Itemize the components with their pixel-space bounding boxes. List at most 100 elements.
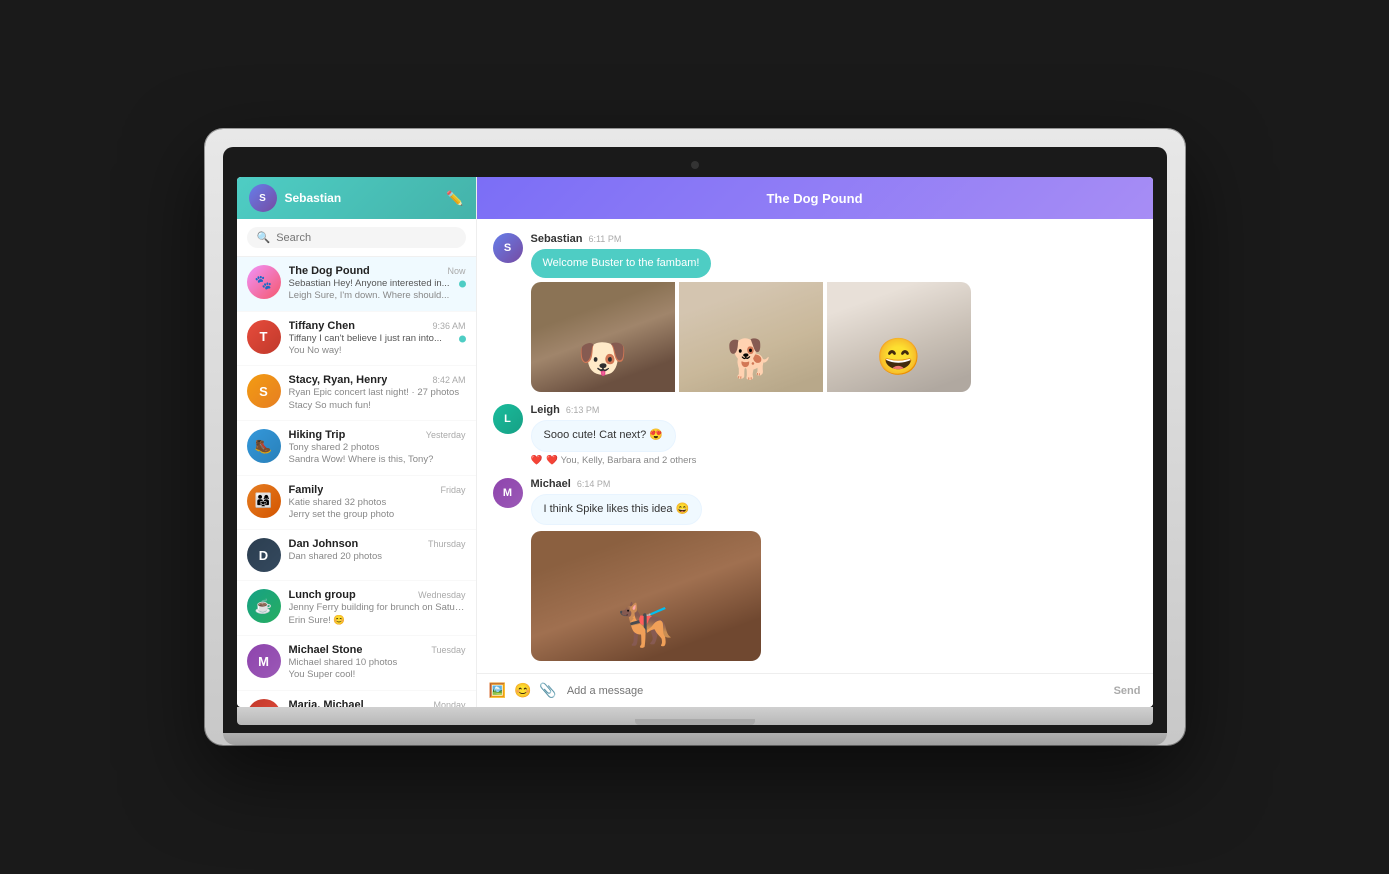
list-item[interactable]: T Tiffany Chen 9:36 AM Tiffany I can't b…: [237, 312, 476, 367]
search-icon: 🔍: [257, 231, 271, 244]
conv-preview: Ryan Epic concert last night! · 27 photo…: [289, 387, 466, 399]
conv-preview: Sebastian Hey! Anyone interested in...: [289, 278, 466, 290]
attach-icon[interactable]: 📎: [539, 682, 556, 699]
sidebar: S Sebastian ✏️ 🔍: [237, 177, 477, 707]
msg-time: 6:11 PM: [588, 234, 621, 244]
list-item[interactable]: 🐾 The Dog Pound Now Sebastian Hey! Anyon…: [237, 257, 476, 312]
sidebar-user: S Sebastian: [249, 184, 342, 212]
sidebar-username: Sebastian: [285, 191, 342, 205]
avatar: M: [247, 644, 281, 678]
conv-preview: Katie shared 32 photos: [289, 497, 466, 509]
conv-content: Dan Johnson Thursday Dan shared 20 photo…: [289, 538, 466, 563]
conv-content: Stacy, Ryan, Henry 8:42 AM Ryan Epic con…: [289, 374, 466, 412]
search-input[interactable]: [276, 232, 455, 244]
msg-sender: Michael: [531, 478, 571, 490]
list-item[interactable]: S Stacy, Ryan, Henry 8:42 AM Ryan Epic c…: [237, 366, 476, 421]
laptop-screen: S Sebastian ✏️ 🔍: [237, 177, 1153, 707]
conv-time: Tuesday: [431, 645, 465, 655]
photo-cell[interactable]: [679, 282, 823, 392]
conv-name: The Dog Pound: [289, 265, 370, 277]
screen-bezel: S Sebastian ✏️ 🔍: [223, 147, 1167, 733]
list-item[interactable]: D Dan Johnson Thursday Dan shared 20 pho…: [237, 530, 476, 581]
msg-bubble: Sooo cute! Cat next? 😍: [531, 420, 677, 451]
avatar: 🐾: [247, 265, 281, 299]
conv-time: Wednesday: [418, 590, 465, 600]
avatar: ☕: [247, 699, 281, 707]
conv-preview: Michael shared 10 photos: [289, 657, 466, 669]
msg-sender: Sebastian: [531, 233, 583, 245]
input-icons: 🖼️ 😊 📎: [489, 682, 557, 699]
chat-input-bar: 🖼️ 😊 📎 Send: [477, 673, 1153, 707]
chat-header: The Dog Pound: [477, 177, 1153, 219]
msg-body: Michael 6:14 PM I think Spike likes this…: [531, 478, 1137, 661]
message-group: L Leigh 6:13 PM Sooo cute! Cat next? 😍 ❤…: [493, 404, 1137, 465]
conv-preview-2: Erin Sure! 😊: [289, 615, 466, 627]
conv-content: Hiking Trip Yesterday Tony shared 2 phot…: [289, 429, 466, 467]
list-item[interactable]: ☕ Maria, Michael Monday Maria What are y…: [237, 691, 476, 707]
conv-name: Hiking Trip: [289, 429, 346, 441]
photo-cell[interactable]: [827, 282, 971, 392]
photo-cell[interactable]: [531, 282, 675, 392]
list-item[interactable]: ☕ Lunch group Wednesday Jenny Ferry buil…: [237, 581, 476, 636]
conv-name: Maria, Michael: [289, 699, 364, 707]
message-group: S Sebastian 6:11 PM Welcome Buster to th…: [493, 233, 1137, 392]
msg-reactions: ❤️ ❤️ You, Kelly, Barbara and 2 others: [531, 455, 1137, 466]
msg-bubble: Welcome Buster to the fambam!: [531, 249, 712, 278]
laptop-bottom: [223, 733, 1167, 745]
compose-icon[interactable]: ✏️: [446, 190, 463, 207]
user-avatar: S: [249, 184, 277, 212]
chat-title: The Dog Pound: [766, 191, 862, 206]
avatar: S: [247, 374, 281, 408]
conv-content: Michael Stone Tuesday Michael shared 10 …: [289, 644, 466, 682]
conv-content: Tiffany Chen 9:36 AM Tiffany I can't bel…: [289, 320, 466, 358]
conv-name: Lunch group: [289, 589, 356, 601]
emoji-icon[interactable]: 😊: [514, 682, 531, 699]
sidebar-header: S Sebastian ✏️: [237, 177, 476, 219]
conv-preview-2: You No way!: [289, 345, 466, 357]
conv-preview: Dan shared 20 photos: [289, 551, 466, 563]
msg-body: Leigh 6:13 PM Sooo cute! Cat next? 😍 ❤️ …: [531, 404, 1137, 465]
photo-inner: [531, 531, 761, 661]
chat-messages[interactable]: S Sebastian 6:11 PM Welcome Buster to th…: [477, 219, 1153, 673]
message-input[interactable]: [567, 685, 1104, 697]
conv-preview-2: Jerry set the group photo: [289, 509, 466, 521]
unread-indicator: [459, 335, 466, 342]
laptop-base: [237, 707, 1153, 725]
conv-preview: Jenny Ferry building for brunch on Satur…: [289, 602, 466, 614]
conv-name: Tiffany Chen: [289, 320, 355, 332]
conv-name: Michael Stone: [289, 644, 363, 656]
camera-dot: [691, 161, 699, 169]
single-photo[interactable]: [531, 531, 761, 661]
main-chat: The Dog Pound S Sebastian 6:11 PM: [477, 177, 1153, 707]
search-input-wrap[interactable]: 🔍: [247, 227, 466, 248]
conv-time: Friday: [440, 485, 465, 495]
conv-time: Monday: [433, 700, 465, 707]
list-item[interactable]: 🥾 Hiking Trip Yesterday Tony shared 2 ph…: [237, 421, 476, 476]
avatar: D: [247, 538, 281, 572]
message-group: M Michael 6:14 PM I think Spike likes th…: [493, 478, 1137, 661]
unread-indicator: [459, 280, 466, 287]
msg-body: Sebastian 6:11 PM Welcome Buster to the …: [531, 233, 1137, 392]
send-button[interactable]: Send: [1114, 685, 1141, 697]
conv-time: 8:42 AM: [432, 375, 465, 385]
msg-time: 6:14 PM: [577, 479, 611, 489]
conv-content: Maria, Michael Monday Maria What are you…: [289, 699, 466, 707]
photo-icon[interactable]: 🖼️: [489, 682, 506, 699]
list-item[interactable]: 👨‍👩‍👧 Family Friday Katie shared 32 phot…: [237, 476, 476, 531]
conv-content: The Dog Pound Now Sebastian Hey! Anyone …: [289, 265, 466, 303]
conv-time: Yesterday: [426, 430, 466, 440]
conv-preview-2: Leigh Sure, I'm down. Where should...: [289, 290, 466, 302]
avatar: S: [493, 233, 523, 263]
list-item[interactable]: M Michael Stone Tuesday Michael shared 1…: [237, 636, 476, 691]
msg-sender: Leigh: [531, 404, 560, 416]
laptop-frame: S Sebastian ✏️ 🔍: [205, 129, 1185, 745]
conv-preview: Tony shared 2 photos: [289, 442, 466, 454]
search-bar: 🔍: [237, 219, 476, 257]
photo-grid: [531, 282, 971, 392]
conv-name: Stacy, Ryan, Henry: [289, 374, 388, 386]
reaction-heart: ❤️: [531, 455, 543, 466]
conv-name: Dan Johnson: [289, 538, 359, 550]
conv-preview-2: You Super cool!: [289, 669, 466, 681]
conv-preview: Tiffany I can't believe I just ran into.…: [289, 333, 466, 345]
avatar: L: [493, 404, 523, 434]
